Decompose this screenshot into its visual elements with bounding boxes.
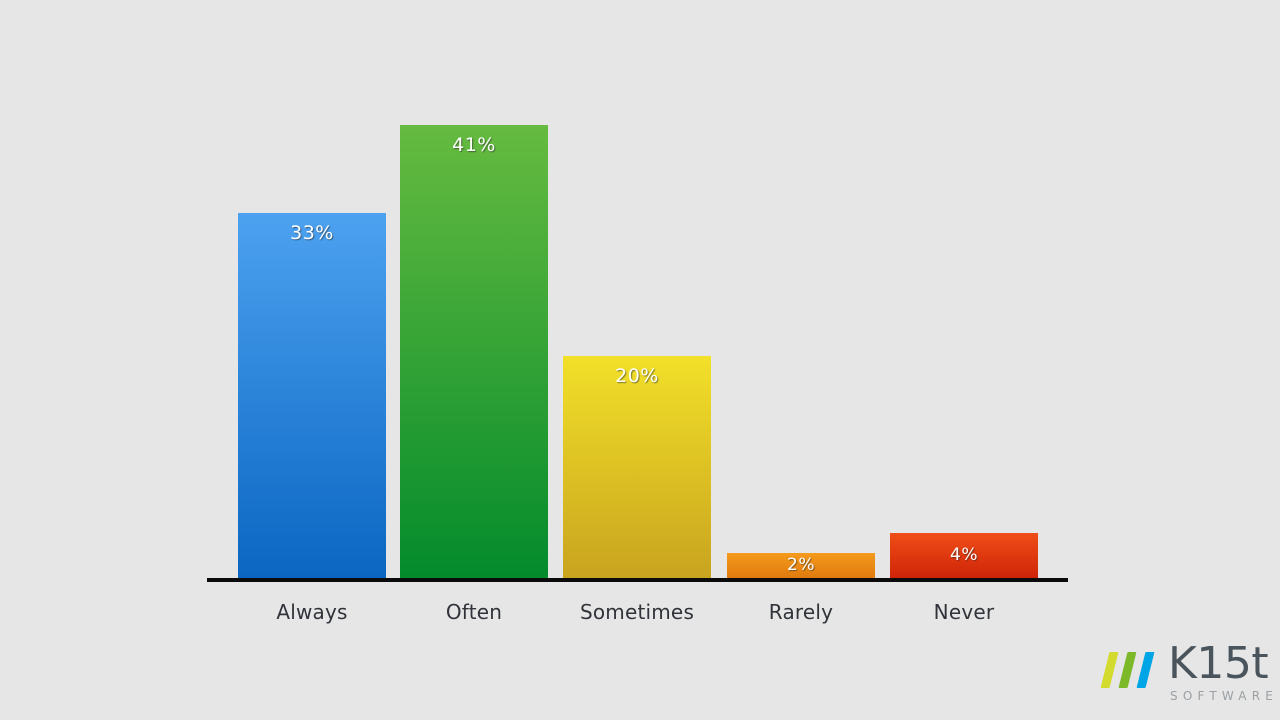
bar-value-never: 4% bbox=[950, 544, 978, 565]
logo-slash-3 bbox=[1136, 652, 1155, 688]
bar-often[interactable]: 41% bbox=[400, 125, 548, 578]
logo-tagline: SOFTWARE bbox=[1170, 689, 1279, 703]
slide-canvas: 33% 41% 20% 2% 4% Always Often Sometimes… bbox=[0, 0, 1280, 720]
logo-slash-1 bbox=[1100, 652, 1119, 688]
k15t-logo: K15t SOFTWARE bbox=[1100, 642, 1273, 702]
x-axis-label-never: Never bbox=[933, 600, 995, 624]
bar-fill-always bbox=[238, 213, 386, 578]
bar-always[interactable]: 33% bbox=[238, 213, 386, 578]
logo-slash-2 bbox=[1118, 652, 1137, 688]
logo-wordmark: K15t bbox=[1168, 638, 1269, 689]
bar-fill-sometimes bbox=[563, 356, 711, 578]
bar-value-sometimes: 20% bbox=[615, 365, 659, 387]
bar-value-often: 41% bbox=[452, 134, 496, 156]
bar-rarely[interactable]: 2% bbox=[727, 553, 875, 578]
x-axis-line bbox=[207, 578, 1068, 582]
logo-slashes-icon bbox=[1100, 652, 1164, 688]
bar-never[interactable]: 4% bbox=[890, 533, 1038, 578]
bar-chart: 33% 41% 20% 2% 4% Always Often Sometimes… bbox=[0, 0, 1280, 720]
bar-sometimes[interactable]: 20% bbox=[563, 356, 711, 578]
bar-fill-often bbox=[400, 125, 548, 578]
bar-value-always: 33% bbox=[290, 222, 334, 244]
bar-value-rarely: 2% bbox=[787, 554, 815, 575]
